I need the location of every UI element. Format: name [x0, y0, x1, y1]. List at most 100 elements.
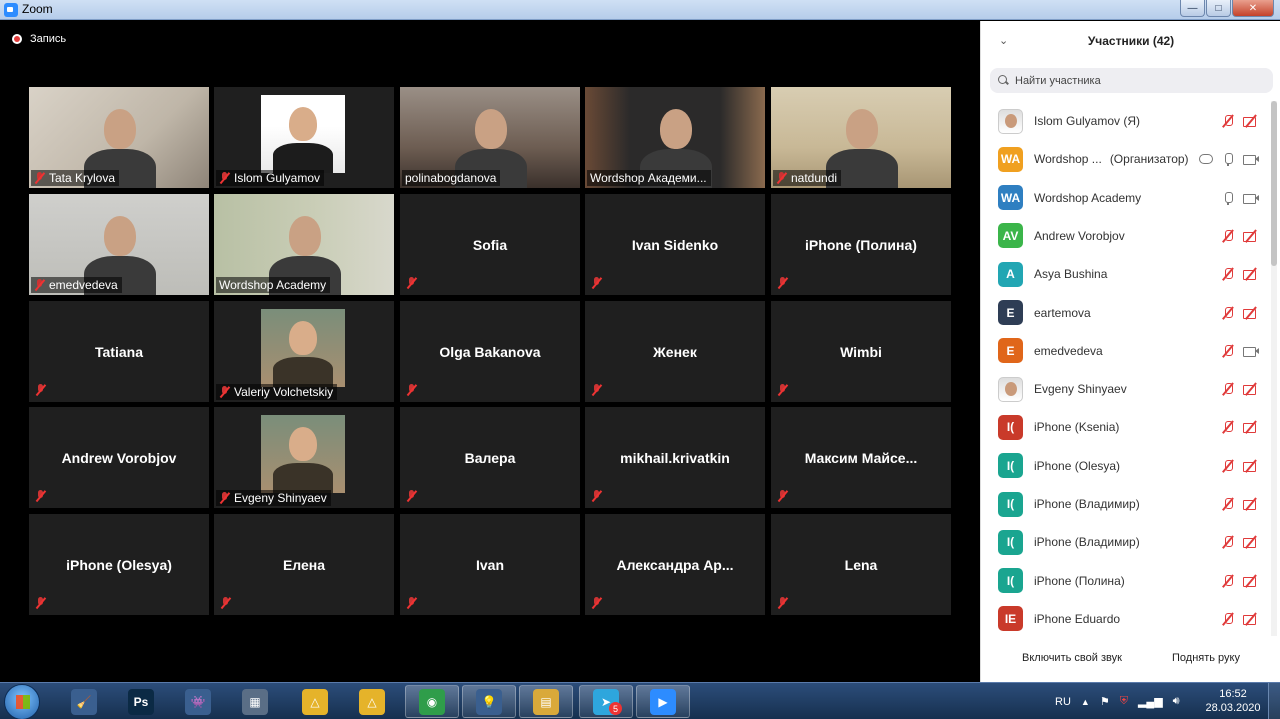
participant-row[interactable]: Eemedvedeva [981, 332, 1273, 370]
camera-off-icon[interactable] [1243, 498, 1259, 510]
video-tile[interactable]: Wordshop Academy [214, 194, 394, 295]
mic-muted-icon[interactable] [1221, 574, 1235, 588]
mic-muted-icon[interactable] [1221, 497, 1235, 511]
camera-icon[interactable] [1243, 192, 1259, 204]
participant-row[interactable]: WA Wordshop Academy [981, 179, 1273, 217]
camera-off-icon[interactable] [1243, 460, 1259, 472]
participant-row[interactable]: Islom Gulyamov (Я) [981, 102, 1273, 140]
camera-off-icon[interactable] [1243, 421, 1259, 434]
participant-row[interactable]: Evgeny Shinyaev [981, 370, 1273, 408]
participant-row[interactable]: I(iPhone (Владимир) [981, 523, 1273, 561]
close-button[interactable]: ✕ [1232, 0, 1274, 17]
video-tile[interactable]: iPhone (Полина) [771, 194, 951, 295]
participant-row[interactable]: I(iPhone (Владимир) [981, 485, 1273, 523]
mic-muted-icon[interactable] [1221, 420, 1235, 434]
mic-muted-icon[interactable] [1221, 114, 1235, 128]
participant-row[interactable]: Eeartemova [981, 294, 1273, 332]
tips-taskbar-button[interactable]: 💡 [462, 685, 516, 718]
video-tile[interactable]: Wimbi [771, 301, 951, 402]
participant-row[interactable]: I(iPhone (Полина) [981, 562, 1273, 600]
mic-muted-icon[interactable] [1221, 306, 1235, 320]
participant-row[interactable]: I(iPhone (Olesya) [981, 447, 1273, 485]
video-tile[interactable]: Islom Gulyamov [214, 87, 394, 188]
start-button[interactable] [4, 684, 40, 719]
search-input[interactable] [1015, 74, 1245, 87]
participant-name: iPhone (Владимир) [1034, 535, 1140, 549]
video-tile[interactable]: mikhail.krivatkin [585, 407, 765, 508]
camera-off-icon[interactable] [1243, 230, 1259, 242]
security-icon[interactable]: ⛨ [1120, 695, 1128, 708]
mic-muted-icon[interactable] [1221, 382, 1235, 396]
volume-icon[interactable]: 🔊︎ [1173, 695, 1180, 708]
video-tile[interactable]: Максим Майсе... [771, 407, 951, 508]
language-indicator[interactable]: RU [1055, 696, 1071, 708]
chrome-taskbar-button[interactable]: ◉ [405, 685, 459, 718]
cleaner-taskbar-button[interactable]: 🧹 [57, 685, 111, 718]
tray-expand-icon[interactable]: ▲ [1081, 697, 1090, 707]
mic-icon[interactable] [1221, 191, 1235, 205]
mic-muted-icon[interactable] [1221, 229, 1235, 243]
video-tile[interactable]: Женек [585, 301, 765, 402]
video-tile[interactable]: natdundi [771, 87, 951, 188]
explorer-taskbar-button[interactable]: ▤ [519, 685, 573, 718]
camera-off-icon[interactable] [1243, 383, 1259, 396]
photoshop-taskbar-button[interactable]: Ps [114, 685, 168, 718]
delta-taskbar-button[interactable]: △ [288, 685, 342, 718]
zoom-taskbar-button[interactable]: ▶ [636, 685, 690, 718]
clock[interactable]: 16:52 28.03.2020 [1202, 687, 1264, 715]
show-desktop-button[interactable] [1268, 683, 1280, 719]
avatar: A [998, 261, 1023, 287]
delta2-taskbar-button[interactable]: △ [345, 685, 399, 718]
calculator-taskbar-button[interactable]: ▦ [228, 685, 282, 718]
video-tile[interactable]: Валера [400, 407, 580, 508]
telegram-taskbar-button[interactable]: ➤ 5 [579, 685, 633, 718]
camera-off-icon[interactable] [1243, 115, 1259, 127]
participant-row[interactable]: IE iPhone Eduardo [981, 600, 1273, 636]
network-icon[interactable]: ▂▄▆ [1138, 695, 1163, 708]
mic-muted-icon[interactable] [1221, 267, 1235, 281]
video-tile[interactable]: emedvedeva [29, 194, 209, 295]
camera-icon[interactable] [1243, 153, 1259, 166]
participant-row[interactable]: AV Andrew Vorobjov [981, 217, 1273, 255]
participants-scrollbar[interactable] [1271, 101, 1277, 636]
video-tile[interactable]: Lena [771, 514, 951, 615]
maximize-button[interactable]: □ [1206, 0, 1231, 17]
camera-off-icon[interactable] [1243, 536, 1259, 549]
unmute-button[interactable]: Включить свой звук [1015, 646, 1129, 670]
video-tile[interactable]: polinabogdanova [400, 87, 580, 188]
participant-search[interactable] [990, 68, 1273, 93]
mic-muted-icon [777, 597, 788, 609]
video-tile[interactable]: Ivan Sidenko [585, 194, 765, 295]
camera-off-icon[interactable] [1243, 575, 1259, 587]
mic-muted-icon[interactable] [1221, 459, 1235, 473]
camera-off-icon[interactable] [1243, 613, 1259, 625]
camera-icon[interactable] [1243, 345, 1259, 357]
scrollbar-thumb[interactable] [1271, 101, 1277, 266]
video-tile[interactable]: iPhone (Olesya) [29, 514, 209, 615]
game-taskbar-button[interactable]: 👾 [171, 685, 225, 718]
recording-indicator[interactable]: Запись [12, 33, 66, 45]
camera-off-icon[interactable] [1243, 307, 1259, 319]
video-tile[interactable]: Tatiana [29, 301, 209, 402]
video-tile[interactable]: Sofia [400, 194, 580, 295]
video-tile[interactable]: Tata Krylova [29, 87, 209, 188]
video-tile[interactable]: Ivan [400, 514, 580, 615]
action-center-flag-icon[interactable]: ⚑ [1100, 695, 1110, 708]
video-tile[interactable]: Valeriy Volchetskiy [214, 301, 394, 402]
participant-row[interactable]: I(iPhone (Ksenia) [981, 408, 1273, 446]
video-tile[interactable]: Olga Bakanova [400, 301, 580, 402]
video-tile[interactable]: Andrew Vorobjov [29, 407, 209, 508]
video-tile[interactable]: Evgeny Shinyaev [214, 407, 394, 508]
participant-row[interactable]: WA Wordshop ... (Организатор) [981, 140, 1273, 178]
video-tile[interactable]: Елена [214, 514, 394, 615]
video-tile[interactable]: Александра Ар... [585, 514, 765, 615]
video-tile[interactable]: Wordshop Академи... [585, 87, 765, 188]
raise-hand-button[interactable]: Поднять руку [1165, 646, 1247, 670]
mic-muted-icon[interactable] [1221, 612, 1235, 626]
camera-off-icon[interactable] [1243, 268, 1259, 281]
mic-muted-icon[interactable] [1221, 535, 1235, 549]
mic-muted-icon[interactable] [1221, 344, 1235, 358]
minimize-button[interactable]: — [1180, 0, 1205, 17]
participant-row[interactable]: A Asya Bushina [981, 255, 1273, 293]
mic-icon[interactable] [1221, 152, 1235, 167]
